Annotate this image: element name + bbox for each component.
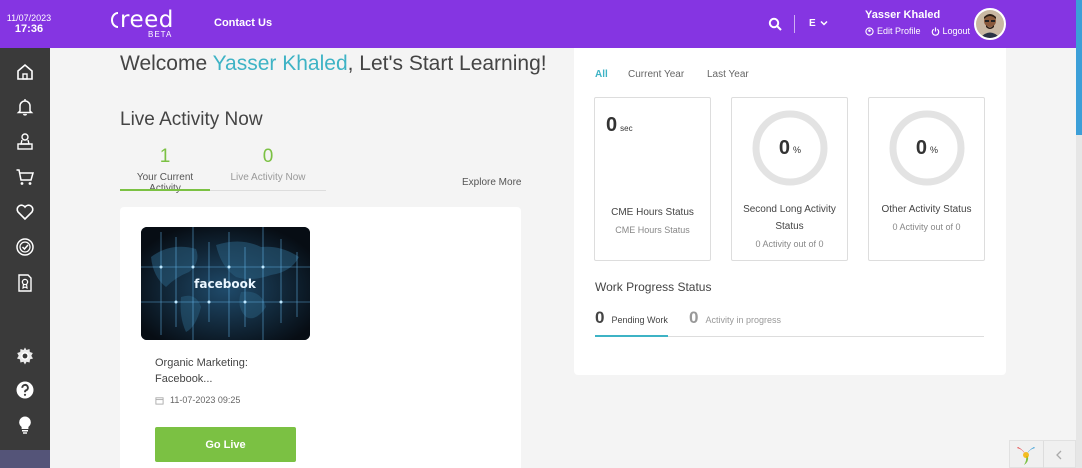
cme-hours-sub: CME Hours Status — [615, 225, 690, 235]
current-date: 11/07/2023 — [6, 13, 52, 23]
current-time: 17:36 — [14, 23, 44, 35]
current-activity-count: 1 — [159, 146, 171, 167]
live-activity-count: 0 — [262, 146, 274, 167]
home-icon[interactable] — [13, 60, 37, 84]
gear-icon[interactable] — [13, 344, 37, 368]
cme-hours-value: 0 — [606, 114, 618, 136]
reed-logo[interactable]: reed BETA — [108, 7, 178, 41]
other-activity-box: 0% Other Activity Status 0 Activity out … — [868, 97, 985, 261]
chevron-left-icon[interactable] — [1054, 449, 1064, 461]
cme-hours-title: CME Hours Status — [611, 207, 694, 218]
chevron-down-icon — [820, 21, 828, 26]
go-live-button[interactable]: Go Live — [155, 427, 296, 462]
page-scrollbar-thumb[interactable] — [1076, 0, 1082, 135]
other-activity-unit: % — [930, 144, 939, 155]
user-settings-icon — [865, 26, 874, 36]
welcome-user-name: Yasser Khaled — [212, 52, 348, 75]
welcome-suffix: , Let's Start Learning! — [347, 52, 547, 75]
help-icon[interactable] — [13, 378, 37, 402]
tab-live-activity-now[interactable]: 0 Live Activity Now — [228, 146, 308, 183]
avatar-image — [976, 10, 1004, 38]
user-name[interactable]: Yasser Khaled — [865, 9, 940, 21]
language-selector[interactable]: E — [809, 18, 828, 29]
tabs-baseline — [210, 190, 326, 191]
activity-date: 11-07-2023 09:25 — [155, 395, 240, 405]
in-progress-label: Activity in progress — [705, 315, 781, 325]
pending-work-label: Pending Work — [611, 315, 668, 325]
logout-label: Logout — [942, 26, 971, 36]
user-links: Edit Profile Logout — [865, 26, 970, 36]
logout-link[interactable]: Logout — [931, 26, 971, 36]
activity-date-text: 11-07-2023 09:25 — [170, 395, 241, 405]
work-tabs-baseline — [668, 336, 984, 337]
contact-us-link[interactable]: Contact Us — [214, 17, 272, 29]
cme-hours-unit: sec — [620, 124, 633, 133]
calendar-icon — [155, 396, 164, 405]
logo-beta: BETA — [148, 30, 173, 39]
search-icon[interactable] — [768, 17, 782, 31]
second-activity-sub: 0 Activity out of 0 — [755, 239, 824, 249]
header-divider — [794, 15, 795, 33]
other-activity-value-wrap: 0% — [887, 108, 967, 188]
activity-title[interactable]: Organic Marketing: Facebook... — [155, 355, 295, 387]
other-activity-value: 0 — [915, 136, 928, 159]
pending-work-count: 0 — [595, 308, 605, 327]
sidebar — [0, 48, 50, 468]
in-progress-count: 0 — [689, 308, 699, 327]
work-active-tab-indicator — [595, 335, 668, 337]
user-avatar[interactable] — [974, 8, 1006, 40]
edit-profile-link[interactable]: Edit Profile — [865, 26, 921, 36]
active-tab-indicator — [120, 189, 210, 191]
period-current-year[interactable]: Current Year — [628, 69, 684, 80]
other-activity-sub: 0 Activity out of 0 — [892, 222, 961, 232]
power-icon — [931, 26, 939, 36]
live-activity-title: Live Activity Now — [120, 109, 263, 130]
second-activity-value-wrap: 0% — [750, 108, 830, 188]
datetime-display: 11/07/2023 17:36 — [0, 0, 58, 48]
second-activity-unit: % — [793, 144, 802, 155]
certificate-icon[interactable] — [13, 271, 37, 295]
second-activity-value: 0 — [778, 136, 791, 159]
tab-activity-in-progress[interactable]: 0 Activity in progress — [689, 308, 781, 328]
cart-icon[interactable] — [13, 165, 37, 189]
period-all[interactable]: All — [595, 69, 608, 80]
edit-profile-label: Edit Profile — [877, 26, 921, 36]
heart-icon[interactable] — [13, 200, 37, 224]
sidebar-bottom-strip — [0, 450, 50, 468]
other-activity-title: Other Activity Status — [881, 204, 972, 215]
activity-thumbnail[interactable]: facebook — [141, 227, 310, 340]
welcome-heading: Welcome Yasser Khaled, Let's Start Learn… — [120, 52, 547, 76]
cme-hours-value-wrap: 0 sec — [606, 114, 633, 137]
cme-hours-box: 0 sec CME Hours Status CME Hours Status — [594, 97, 711, 261]
tab-your-current-activity[interactable]: 1 Your Current Activity — [120, 146, 210, 194]
thumbnail-facebook-text: facebook — [194, 277, 257, 291]
work-progress-title: Work Progress Status — [595, 280, 712, 294]
bell-icon[interactable] — [13, 95, 37, 119]
second-activity-title: Second Long Activity Status — [743, 204, 836, 232]
award-icon[interactable] — [13, 130, 37, 154]
world-map-image: facebook — [141, 227, 310, 340]
explore-more-link[interactable]: Explore More — [462, 177, 521, 188]
check-badge-icon[interactable] — [13, 235, 37, 259]
language-label: E — [809, 18, 816, 29]
widget-separator — [1043, 441, 1044, 468]
lightbulb-icon[interactable] — [13, 413, 37, 437]
yii-logo-icon — [1017, 447, 1035, 465]
welcome-prefix: Welcome — [120, 52, 213, 75]
tab-pending-work[interactable]: 0 Pending Work — [595, 308, 668, 328]
period-last-year[interactable]: Last Year — [707, 69, 749, 80]
live-activity-label: Live Activity Now — [230, 172, 306, 183]
second-activity-box: 0% Second Long Activity Status 0 Activit… — [731, 97, 848, 261]
top-header: 11/07/2023 17:36 reed BETA Contact Us E … — [0, 0, 1082, 48]
corner-widget[interactable] — [1009, 440, 1076, 468]
